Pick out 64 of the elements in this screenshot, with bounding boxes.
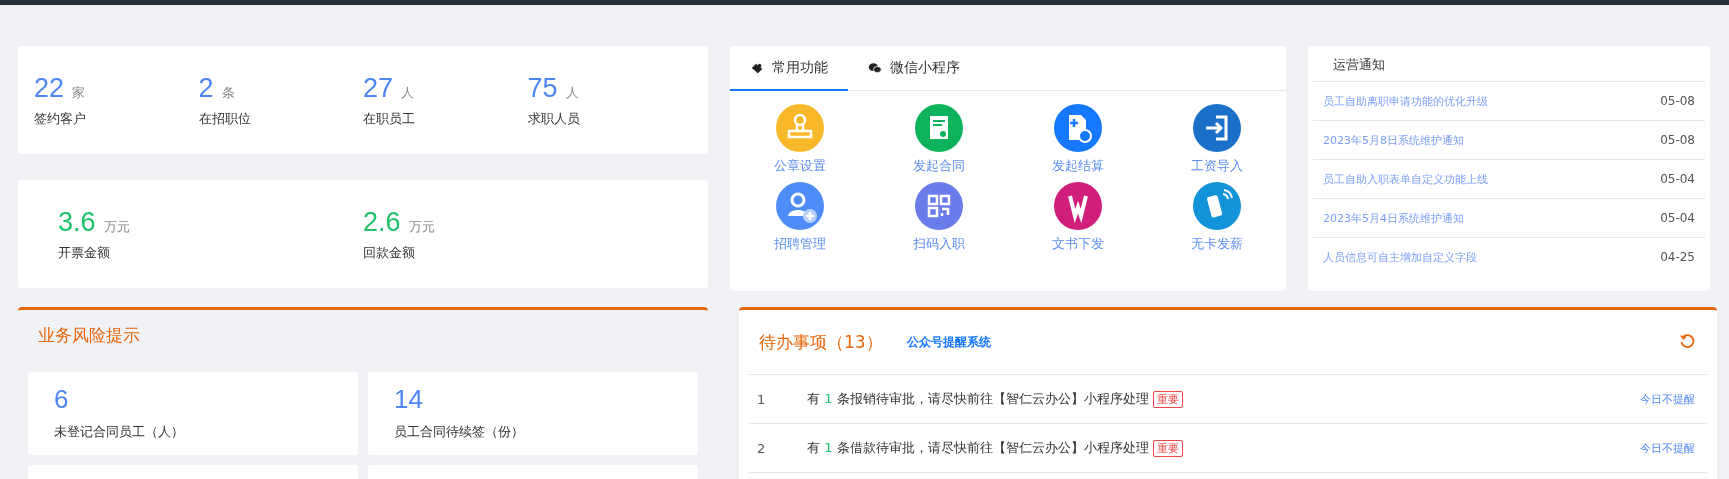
- stat-value: 2: [198, 72, 214, 104]
- function-item[interactable]: 发起结算: [1008, 103, 1147, 175]
- tab[interactable]: 常用功能: [730, 46, 848, 91]
- amount-label: 回款金额: [363, 243, 415, 262]
- stat-unit: 条: [221, 83, 235, 102]
- chat-icon: [868, 60, 882, 75]
- amount-unit: 万元: [103, 217, 130, 236]
- function-label: 无卡发薪: [1190, 235, 1243, 253]
- function-label: 发起结算: [1051, 157, 1104, 175]
- todo-text: 有 1 条报销待审批，请尽快前往【智仁云办公】小程序处理: [807, 390, 1149, 408]
- function-label: 文书下发: [1051, 235, 1104, 253]
- function-label: 工资导入: [1190, 157, 1243, 175]
- important-tag: 重要: [1152, 390, 1183, 408]
- function-label: 招聘管理: [773, 235, 826, 253]
- amount-label: 开票金额: [58, 243, 110, 262]
- dismiss-today-link[interactable]: 今日不提醒: [1640, 391, 1695, 407]
- todo-text: 有 1 条借款待审批，请尽快前往【智仁云办公】小程序处理: [807, 439, 1149, 457]
- notice-link[interactable]: 2023年5月4日系统维护通知: [1323, 210, 1464, 226]
- function-item[interactable]: 招聘管理: [730, 181, 869, 253]
- function-item[interactable]: 扫码入职: [869, 181, 1008, 253]
- stat-label: 求职人员: [527, 109, 580, 128]
- function-item[interactable]: 工资导入: [1147, 103, 1286, 175]
- function-label: 发起合同: [912, 157, 965, 175]
- todo-index: 1: [757, 391, 767, 407]
- tab[interactable]: 微信小程序: [848, 46, 980, 91]
- amount-unit: 万元: [408, 217, 435, 236]
- notice-date: 05-08: [1660, 133, 1695, 147]
- stat-label: 在职员工: [363, 109, 415, 128]
- notice-date: 05-04: [1660, 172, 1695, 186]
- refresh-icon[interactable]: [1679, 334, 1695, 350]
- notice-date: 05-08: [1660, 94, 1695, 108]
- function-item[interactable]: 发起合同: [869, 103, 1008, 175]
- notice-link[interactable]: 2023年5月8日系统维护通知: [1323, 132, 1464, 148]
- stat-value: 75: [527, 72, 558, 104]
- amount-value: 3.6: [58, 206, 96, 238]
- stat-unit: 人: [401, 83, 415, 102]
- stat-unit: 家: [72, 83, 86, 102]
- stat-unit: 人: [565, 83, 579, 102]
- notice-link[interactable]: 员工自助离职申请功能的优化升级: [1323, 93, 1488, 109]
- amount-value: 2.6: [363, 206, 401, 238]
- todo-index: 2: [757, 440, 767, 456]
- notices-title: 运营通知: [1313, 46, 1705, 82]
- risk-title: 业务风险提示: [37, 324, 141, 347]
- wechat-reminder-link[interactable]: 公众号提醒系统: [906, 333, 991, 351]
- notice-date: 05-04: [1660, 211, 1695, 225]
- function-label: 公章设置: [773, 157, 826, 175]
- important-tag: 重要: [1152, 439, 1183, 457]
- risk-label: 未登记合同员工（人）: [54, 423, 185, 441]
- risk-value: 14: [394, 384, 424, 415]
- stat-label: 在招职位: [198, 109, 251, 128]
- risk-value: 6: [54, 384, 70, 415]
- stat-value: 22: [34, 72, 65, 104]
- stat-label: 签约客户: [34, 109, 86, 128]
- todo-title: 待办事项（13）: [759, 330, 883, 354]
- notice-link[interactable]: 员工自助入职表单自定义功能上线: [1323, 171, 1488, 187]
- function-item[interactable]: 无卡发薪: [1147, 181, 1286, 253]
- notice-date: 04-25: [1660, 250, 1695, 264]
- function-item[interactable]: 公章设置: [730, 103, 869, 175]
- function-item[interactable]: 文书下发: [1008, 181, 1147, 253]
- function-label: 扫码入职: [912, 235, 965, 253]
- stat-value: 27: [363, 72, 394, 104]
- notice-link[interactable]: 人员信息可自主增加自定义字段: [1323, 249, 1477, 265]
- risk-label: 员工合同待续签（份）: [394, 423, 525, 441]
- dismiss-today-link[interactable]: 今日不提醒: [1640, 440, 1695, 456]
